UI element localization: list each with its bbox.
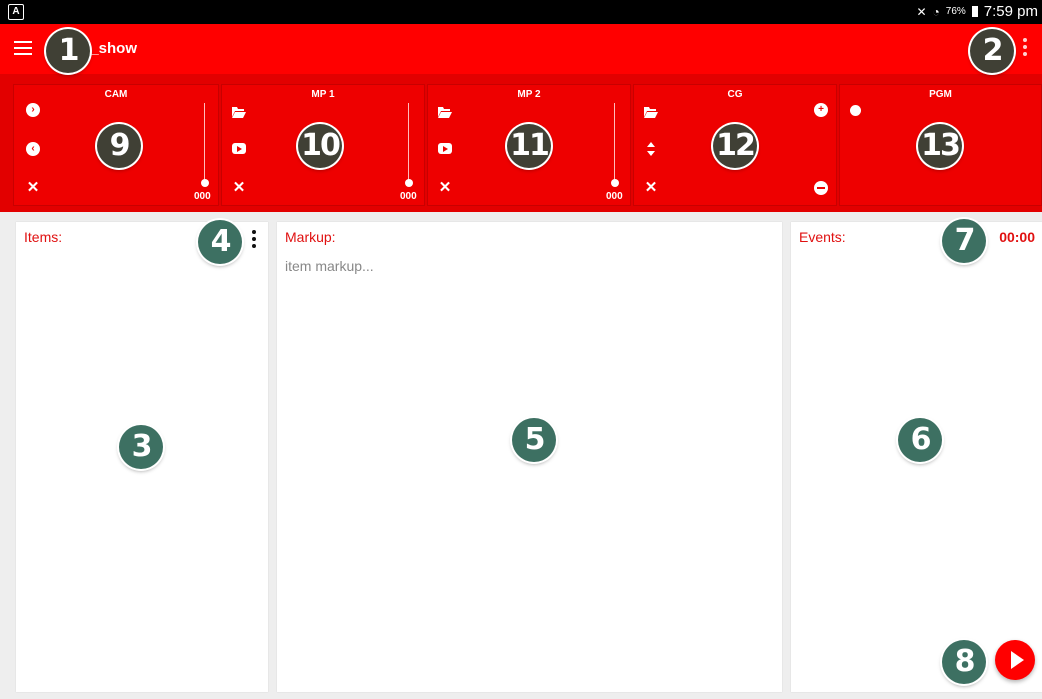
deck-label: MP 1 <box>311 89 335 100</box>
deck-label: MP 2 <box>517 89 541 100</box>
callout-1: 1 <box>46 29 90 73</box>
hamburger-menu-icon[interactable] <box>14 41 32 55</box>
callout-12: 12 <box>713 124 757 168</box>
battery-icon <box>971 6 978 17</box>
callout-13: 13 <box>918 124 962 168</box>
markup-editor[interactable]: item markup... <box>285 258 374 274</box>
add-icon[interactable]: + <box>814 103 828 117</box>
sort-up-down-icon[interactable] <box>646 142 656 156</box>
callout-5: 5 <box>512 418 556 462</box>
vibrate-mute-icon: ✕ <box>916 4 927 19</box>
deck-label: CG <box>727 89 743 100</box>
deck-label: PGM <box>929 89 952 100</box>
callout-9: 9 <box>97 124 141 168</box>
callout-8: 8 <box>942 640 986 684</box>
callout-10: 10 <box>298 124 342 168</box>
previous-source-icon[interactable]: ‹ <box>26 142 40 156</box>
items-label: Items: <box>24 229 63 245</box>
callout-11: 11 <box>507 124 551 168</box>
status-bar: A ✕ ◔ 76% 7:59 pm <box>0 0 1042 24</box>
markup-label: Markup: <box>285 229 336 245</box>
folder-open-icon[interactable] <box>232 105 246 119</box>
volume-slider[interactable] <box>402 103 416 191</box>
overflow-menu-icon[interactable] <box>1022 38 1028 60</box>
clock: 7:59 pm <box>983 3 1038 20</box>
remove-icon[interactable] <box>814 181 828 195</box>
close-icon[interactable]: ✕ <box>644 180 658 195</box>
app-toolbar: first_show <box>0 24 1042 74</box>
callout-3: 3 <box>119 425 163 469</box>
folder-open-icon[interactable] <box>644 105 658 119</box>
play-events-button[interactable] <box>995 640 1035 680</box>
folder-open-icon[interactable] <box>438 105 452 119</box>
close-icon[interactable]: ✕ <box>26 180 40 195</box>
events-label: Events: <box>799 229 846 245</box>
slider-value: 000 <box>400 191 417 202</box>
callout-6: 6 <box>898 418 942 462</box>
battery-percent: 76% <box>945 6 966 17</box>
callout-7: 7 <box>942 219 986 263</box>
event-timer: 00:00 <box>999 229 1035 245</box>
next-source-icon[interactable]: › <box>26 103 40 117</box>
app-notification-icon: A <box>8 4 24 20</box>
slider-value: 000 <box>606 191 623 202</box>
close-icon[interactable]: ✕ <box>232 180 246 195</box>
callout-4: 4 <box>198 220 242 264</box>
wifi-icon: ◔ <box>932 4 940 19</box>
volume-slider[interactable] <box>198 103 212 191</box>
record-icon[interactable] <box>850 105 861 116</box>
status-icons: ✕ ◔ 76% 7:59 pm <box>916 3 1038 20</box>
play-clip-icon[interactable] <box>438 143 452 154</box>
volume-slider[interactable] <box>608 103 622 191</box>
deck-label: CAM <box>104 89 128 100</box>
close-icon[interactable]: ✕ <box>438 180 452 195</box>
play-clip-icon[interactable] <box>232 143 246 154</box>
callout-2: 2 <box>970 29 1014 73</box>
slider-value: 000 <box>194 191 211 202</box>
items-menu-icon[interactable] <box>251 230 257 250</box>
